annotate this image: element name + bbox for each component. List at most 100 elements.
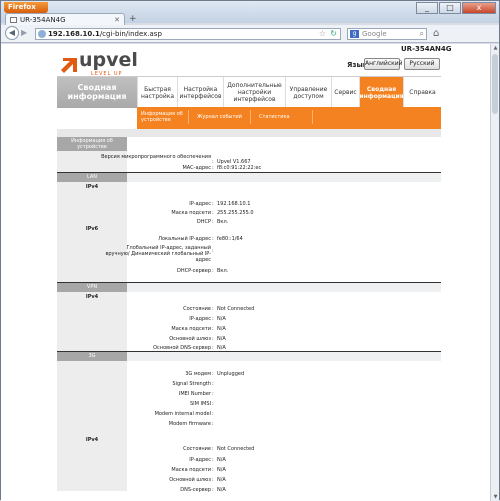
info-row: Основной шлюз: N/A — [57, 335, 441, 344]
colon: : — [212, 381, 214, 387]
ipv4-label: IPv4 — [85, 294, 99, 300]
colon: : — [212, 236, 214, 242]
ipv4-label: IPv4 — [85, 437, 99, 443]
nav-service[interactable]: Сервис — [331, 77, 359, 108]
subnav-event-log[interactable]: Журнал событий — [195, 110, 251, 124]
row-value: Not Connected — [217, 446, 255, 452]
row-value: f8:c0:91:22:22:ec — [217, 165, 262, 171]
row-label: SIM IMSI — [190, 401, 211, 407]
scroll-down-icon[interactable]: ▼ — [492, 494, 499, 500]
info-row: Modem internal model: — [57, 410, 441, 419]
colon: : — [212, 306, 214, 312]
sub-navigation: Информация об устройстве Журнал событий … — [137, 107, 441, 129]
search-input[interactable]: g Google ⌕ — [347, 28, 427, 40]
nav-access-control[interactable]: Управление доступом — [285, 77, 331, 108]
info-row: Состояние: Not Connected — [57, 445, 441, 454]
3g-band: 3G — [57, 352, 441, 361]
nav-advanced-interface[interactable]: Дополнительные настройки интерфейсов — [223, 77, 285, 108]
lan-block: IPv4 IP-адрес:192.168.10.1 Маска подсети… — [57, 182, 441, 283]
scroll-up-icon[interactable]: ▲ — [492, 45, 499, 51]
row-label: Маска подсети — [171, 210, 211, 216]
info-row: 3G модем: Unplugged — [57, 370, 441, 379]
info-row: DNS-сервер: N/A — [57, 486, 441, 495]
row-label: Локальный IP-адрес — [158, 236, 211, 242]
colon: : — [212, 446, 214, 452]
scroll-thumb[interactable] — [492, 54, 498, 114]
info-row: Глобальный IP-адрес, заданный вручную/ Д… — [57, 244, 441, 266]
lan-section-header: LAN — [57, 173, 127, 182]
globe-icon — [38, 30, 46, 38]
colon: : — [212, 219, 214, 225]
subnav-device-info[interactable]: Информация об устройстве — [139, 110, 189, 124]
divider-bar — [57, 129, 441, 137]
title-bar: Firefox _ □ x UR-354AN4G ✕ + — [1, 1, 499, 26]
device-section-header: Информация об устройстве — [57, 137, 127, 151]
colon: : — [212, 391, 214, 397]
reload-icon[interactable]: ↻ — [330, 29, 337, 39]
info-row: IP-адрес: N/A — [57, 315, 441, 324]
row-value: N/A — [217, 467, 226, 473]
colon: : — [212, 477, 214, 483]
subnav-statistics[interactable]: Статистика — [257, 110, 313, 124]
home-icon[interactable]: ⌂ — [433, 28, 439, 39]
info-row: Маска подсети: N/A — [57, 466, 441, 475]
row-label: Основной шлюз — [169, 336, 211, 342]
nav-summary[interactable]: Сводная информация — [359, 77, 404, 108]
bookmark-star-icon[interactable]: ☆ — [319, 29, 326, 39]
tab-strip: UR-354AN4G ✕ + — [1, 13, 499, 26]
info-row: Маска подсети:255.255.255.0 — [57, 209, 441, 218]
row-value: 192.168.10.1 — [217, 201, 251, 207]
nav-help[interactable]: Справка — [403, 77, 441, 108]
english-button[interactable]: Английский — [364, 58, 403, 70]
3g-block: 3G модем: Unplugged Signal Strength: IMEI… — [57, 361, 441, 493]
colon: : — [212, 336, 214, 342]
row-label: Modem firmware — [168, 421, 211, 427]
search-icon[interactable]: ⌕ — [420, 29, 424, 39]
row-label: Modem internal model — [154, 411, 211, 417]
new-tab-button[interactable]: + — [129, 14, 137, 25]
forward-arrow-icon[interactable]: ▶ — [21, 28, 32, 38]
search-placeholder: Google — [362, 30, 387, 38]
row-label: Основной шлюз — [169, 477, 211, 483]
colon: : — [212, 467, 214, 473]
row-label: Состояние — [183, 446, 211, 452]
russian-button[interactable]: Русский — [404, 58, 440, 70]
colon: : — [212, 316, 214, 322]
row-label: Глобальный IP-адрес, заданный вручную/ Д… — [105, 245, 211, 263]
row-value: Вкл. — [217, 268, 229, 274]
info-row: Signal Strength: — [57, 380, 441, 389]
info-row: Маска подсети: N/A — [57, 325, 441, 334]
nav-summary-title: Сводная информация — [57, 77, 137, 108]
colon: : — [212, 165, 214, 171]
model-name: UR-354AN4G — [401, 45, 452, 53]
vertical-scrollbar[interactable]: ▲ ▼ — [490, 44, 499, 501]
row-label: DNS-сервер — [180, 487, 211, 493]
colon: : — [212, 326, 214, 332]
colon: : — [212, 457, 214, 463]
row-label: Состояние — [183, 306, 211, 312]
colon: : — [212, 487, 214, 493]
nav-quick-setup[interactable]: Быстрая настройка — [137, 77, 177, 108]
row-label: IMEI Number — [178, 391, 211, 397]
row-value: fe80::1/64 — [217, 236, 243, 242]
vpn-band: VPN — [57, 283, 441, 292]
google-icon: g — [350, 30, 359, 38]
info-row: IMEI Number: — [57, 390, 441, 399]
colon: : — [212, 401, 214, 407]
row-value: Вкл. — [217, 219, 229, 225]
info-row: IP-адрес:192.168.10.1 — [57, 200, 441, 209]
info-row: Состояние: Not Connected — [57, 305, 441, 314]
row-value: Not Connected — [217, 306, 255, 312]
vpn-section-header: VPN — [57, 283, 127, 292]
row-label: Маска подсети — [171, 467, 211, 473]
url-bar[interactable]: 192.168.10.1/cgi-bin/index.asp ☆ ↻ — [35, 28, 341, 40]
navigation-toolbar: ◀ ▶ 192.168.10.1/cgi-bin/index.asp ☆ ↻ g… — [1, 25, 499, 43]
colon: : — [212, 210, 214, 216]
info-row: Локальный IP-адрес: fe80::1/64 — [57, 235, 441, 244]
nav-interface-setup[interactable]: Настройка интерфейсов — [177, 77, 223, 108]
row-label: IP-адрес — [189, 201, 211, 207]
colon: : — [212, 248, 214, 254]
back-arrow-icon[interactable]: ◀ — [5, 26, 19, 40]
firefox-menu-button[interactable]: Firefox — [4, 2, 48, 13]
row-label: IP-адрес — [189, 457, 211, 463]
